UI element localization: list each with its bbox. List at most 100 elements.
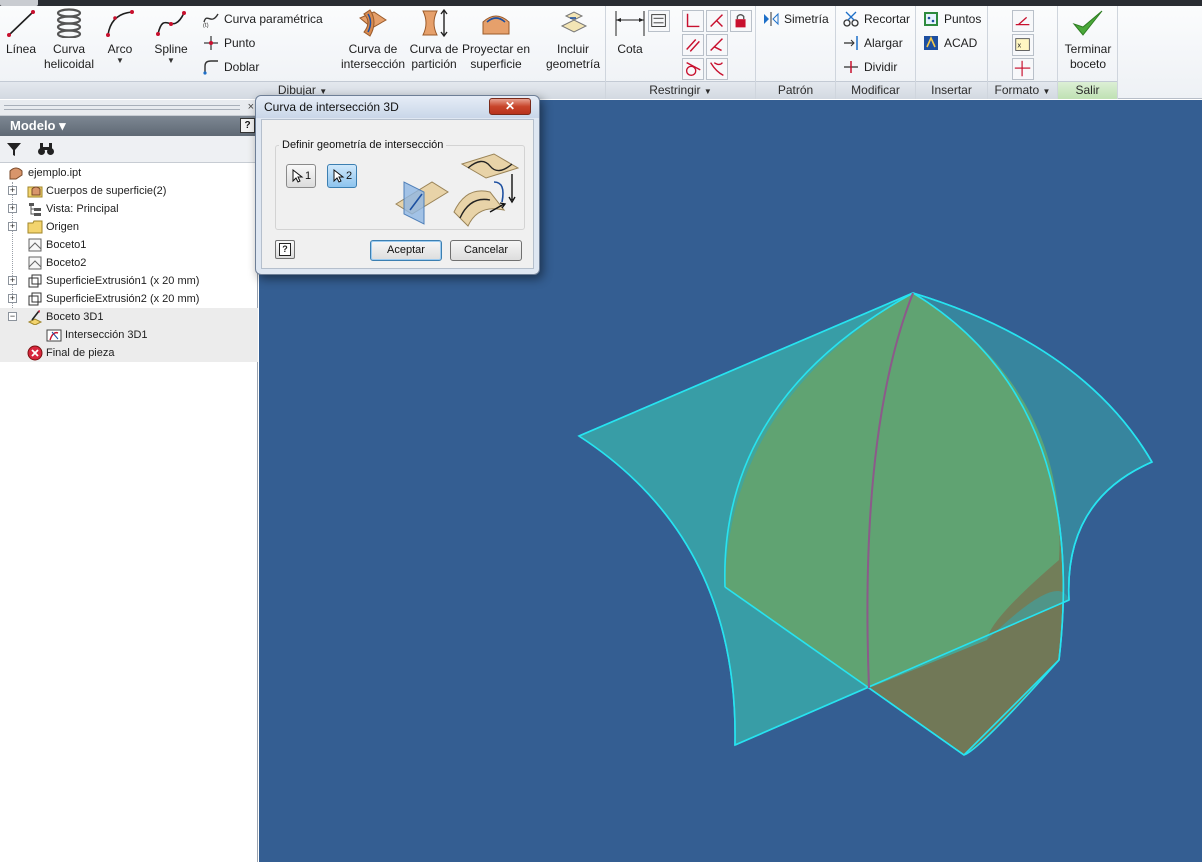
tree-label: SuperficieExtrusión2 (x 20 mm) [46,293,200,305]
browser-grip[interactable] [4,105,240,110]
centerline-format-button[interactable] [1012,58,1034,80]
simetria-button[interactable]: Simetría [762,8,829,30]
tree-item-boceto1[interactable]: Boceto1 [0,236,258,254]
formato-title: Formato [994,83,1040,97]
curva-parametrica-label: Curva paramétrica [224,12,323,26]
point-icon [204,36,218,50]
acad-button[interactable]: ACAD [922,32,977,54]
proyectar-superficie-button[interactable]: Proyectar en superficie [460,8,532,72]
tree-item-boceto2[interactable]: Boceto2 [0,254,258,272]
auto-dimension-button[interactable] [648,10,670,32]
terminar-boceto-button[interactable]: Terminar boceto [1060,8,1116,72]
arco-dropdown-arrow[interactable]: ▼ [100,57,140,65]
panel-title-formato[interactable]: Formato ▼ [988,81,1057,99]
doblar-button[interactable]: Doblar [202,56,259,78]
svg-text:(t): (t) [203,23,209,28]
punto-button[interactable]: Punto [202,32,255,54]
arc-icon [106,10,134,37]
panel-title-restringir[interactable]: Restringir ▼ [606,81,755,99]
part-icon [9,167,23,180]
spline-label: Spline [154,42,188,56]
tree-label: Vista: Principal [46,203,119,215]
panel-insertar: Puntos ACAD Insertar [916,6,988,99]
expand-icon[interactable]: + [8,222,17,231]
tangent-curve-constraint-button[interactable] [682,58,704,80]
filter-icon[interactable] [6,141,22,157]
driven-dimension-button[interactable]: x [1012,34,1034,56]
panel-patron: Simetría Patrón [756,6,836,99]
curva-interseccion-button[interactable]: Curva de intersección [338,8,408,72]
model-browser: × Modelo ▾ ? ejemplo.ipt + Cuerpos de su… [0,100,258,862]
dialog-title-bar[interactable]: Curva de intersección 3D ✕ [256,96,539,118]
fix-constraint-button[interactable] [730,10,752,32]
recortar-button[interactable]: Recortar [842,8,910,30]
spline-dropdown-arrow[interactable]: ▼ [150,57,192,65]
panel-dibujar: Línea Curva helicoidal Arco ▼ Spline ▼ (… [0,6,606,99]
tree-item-boceto-3d1[interactable]: − Boceto 3D1 [0,308,258,326]
tree-item-cuerpos-superficie[interactable]: + Cuerpos de superficie(2) [0,182,258,200]
alargar-button[interactable]: Alargar [842,32,903,54]
axis-indicator-icon: _ [308,854,315,862]
browser-toolbar [0,136,258,163]
spline-button[interactable]: Spline ▼ [150,8,192,65]
tree-label: Intersección 3D1 [65,329,148,341]
expand-icon[interactable]: + [8,186,17,195]
group-title: Definir geometría de intersección [279,139,447,151]
construction-format-button[interactable] [1012,10,1034,32]
bend-icon [203,60,218,75]
parallel-constraint-button[interactable] [682,34,704,56]
expand-icon[interactable]: + [8,294,17,303]
puntos-button[interactable]: Puntos [922,8,981,30]
angle-constraint-button[interactable] [706,34,728,56]
spline-icon [156,11,186,36]
extend-icon [844,36,858,50]
tangent-constraint-button[interactable] [706,10,728,32]
perpendicular-icon [686,13,700,28]
split-icon [844,61,858,73]
curva-particion-button[interactable]: Curva de partición [408,8,460,72]
expand-icon[interactable]: + [8,276,17,285]
aceptar-button[interactable]: Aceptar [370,240,442,261]
browser-grip-bar[interactable]: × [0,100,258,116]
tree-label: Final de pieza [46,347,115,359]
smooth-icon [710,62,724,76]
select-geometry-2-button[interactable]: 2 [327,164,357,188]
construction-line-icon [1015,16,1030,26]
cota-button[interactable]: Cota [610,8,650,57]
tree-item-superficie-extrusion2[interactable]: + SuperficieExtrusión2 (x 20 mm) [0,290,258,308]
curva-parametrica-button[interactable]: (t) Curva paramétrica [202,8,323,30]
tree-item-ejemplo-ipt[interactable]: ejemplo.ipt [0,164,258,182]
tree-item-vista-principal[interactable]: + Vista: Principal [0,200,258,218]
tree-label: Boceto1 [46,239,87,251]
tree-item-origen[interactable]: + Origen [0,218,258,236]
incluir-geometria-button[interactable]: Incluir geometría [540,8,606,72]
dialog-close-button[interactable]: ✕ [489,98,531,115]
panel-title-insertar: Insertar [916,81,987,99]
folder-icon [27,220,43,234]
browser-close-icon[interactable]: × [248,100,254,115]
punto-label: Punto [224,36,256,50]
formato-dropdown-arrow: ▼ [1042,87,1051,96]
perpendicular-constraint-button[interactable] [682,10,704,32]
select-geometry-1-button[interactable]: 1 [286,164,316,188]
browser-title[interactable]: Modelo ▾ [10,118,66,133]
browser-header[interactable]: Modelo ▾ ? [0,116,258,136]
tree-item-final-de-pieza[interactable]: Final de pieza [0,344,258,362]
browser-help-icon[interactable]: ? [240,118,255,133]
project-surface-icon [482,15,510,35]
dividir-button[interactable]: Dividir [842,56,897,78]
curva-particion-label: Curva de partición [409,42,459,71]
curva-helicoidal-button[interactable]: Curva helicoidal [40,8,98,72]
cancelar-button[interactable]: Cancelar [450,240,522,261]
parametric-curve-icon: (t) [203,13,219,28]
dialog-help-button[interactable]: ? [275,240,295,259]
collapse-icon[interactable]: − [8,312,17,321]
smooth-constraint-button[interactable] [706,58,728,80]
intersection-curve-3d-dialog: Curva de intersección 3D ✕ Definir geome… [255,95,540,275]
linea-button[interactable]: Línea [2,8,40,57]
arco-button[interactable]: Arco ▼ [100,8,140,65]
tree-item-interseccion-3d1[interactable]: Intersección 3D1 [0,326,258,344]
binoculars-icon[interactable] [37,141,55,157]
tree-item-superficie-extrusion1[interactable]: + SuperficieExtrusión1 (x 20 mm) [0,272,258,290]
expand-icon[interactable]: + [8,204,17,213]
